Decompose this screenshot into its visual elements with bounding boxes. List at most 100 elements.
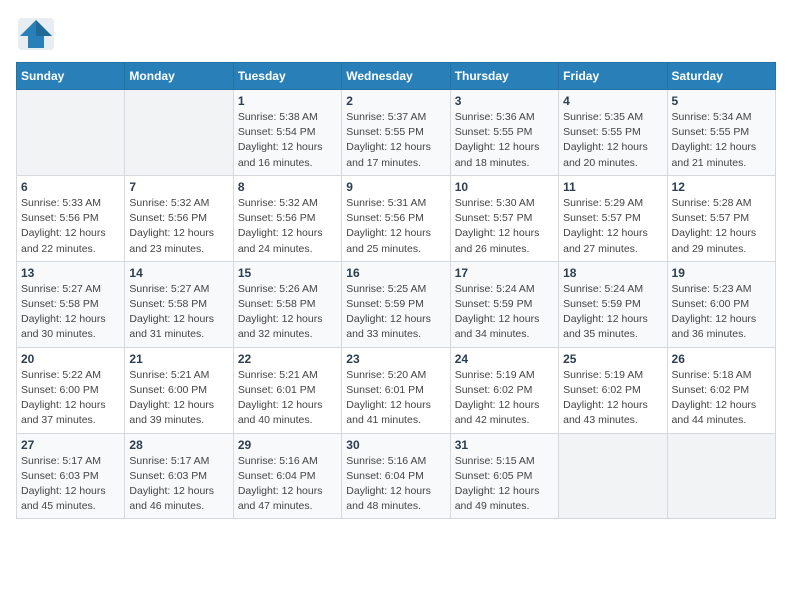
calendar-cell: 10 Sunrise: 5:30 AMSunset: 5:57 PMDayligh… [450,175,558,261]
day-detail: Sunrise: 5:38 AMSunset: 5:54 PMDaylight:… [238,110,337,171]
day-detail: Sunrise: 5:37 AMSunset: 5:55 PMDaylight:… [346,110,445,171]
day-detail: Sunrise: 5:24 AMSunset: 5:59 PMDaylight:… [455,282,554,343]
day-detail: Sunrise: 5:15 AMSunset: 6:05 PMDaylight:… [455,454,554,515]
day-detail: Sunrise: 5:31 AMSunset: 5:56 PMDaylight:… [346,196,445,257]
weekday-header-thursday: Thursday [450,63,558,90]
calendar-cell: 11 Sunrise: 5:29 AMSunset: 5:57 PMDayligh… [559,175,667,261]
day-number: 30 [346,438,445,452]
calendar-cell: 9Sunrise: 5:31 AMSunset: 5:56 PMDaylight… [342,175,450,261]
day-detail: Sunrise: 5:24 AMSunset: 5:59 PMDaylight:… [563,282,662,343]
day-detail: Sunrise: 5:17 AMSunset: 6:03 PMDaylight:… [21,454,120,515]
calendar-cell: 14 Sunrise: 5:27 AMSunset: 5:58 PMDayligh… [125,261,233,347]
day-number: 8 [238,180,337,194]
calendar-cell: 30 Sunrise: 5:16 AMSunset: 6:04 PMDayligh… [342,433,450,519]
calendar-cell: 7 Sunrise: 5:32 AMSunset: 5:56 PMDaylight… [125,175,233,261]
day-detail: Sunrise: 5:20 AMSunset: 6:01 PMDaylight:… [346,368,445,429]
day-number: 15 [238,266,337,280]
day-number: 6 [21,180,120,194]
calendar-cell: 17 Sunrise: 5:24 AMSunset: 5:59 PMDayligh… [450,261,558,347]
day-number: 26 [672,352,771,366]
day-detail: Sunrise: 5:27 AMSunset: 5:58 PMDaylight:… [129,282,228,343]
day-number: 1 [238,94,337,108]
day-detail: Sunrise: 5:30 AMSunset: 5:57 PMDaylight:… [455,196,554,257]
day-number: 19 [672,266,771,280]
calendar-cell: 24 Sunrise: 5:19 AMSunset: 6:02 PMDayligh… [450,347,558,433]
calendar-cell: 4 Sunrise: 5:35 AMSunset: 5:55 PMDaylight… [559,90,667,176]
weekday-header-saturday: Saturday [667,63,775,90]
day-number: 22 [238,352,337,366]
calendar-cell: 27 Sunrise: 5:17 AMSunset: 6:03 PMDayligh… [17,433,125,519]
header [16,16,776,52]
day-number: 20 [21,352,120,366]
day-number: 29 [238,438,337,452]
day-number: 13 [21,266,120,280]
day-number: 11 [563,180,662,194]
day-number: 7 [129,180,228,194]
calendar-cell: 26 Sunrise: 5:18 AMSunset: 6:02 PMDayligh… [667,347,775,433]
calendar-table: SundayMondayTuesdayWednesdayThursdayFrid… [16,62,776,519]
day-detail: Sunrise: 5:34 AMSunset: 5:55 PMDaylight:… [672,110,771,171]
calendar-cell: 2 Sunrise: 5:37 AMSunset: 5:55 PMDaylight… [342,90,450,176]
weekday-header-friday: Friday [559,63,667,90]
day-detail: Sunrise: 5:21 AMSunset: 6:00 PMDaylight:… [129,368,228,429]
calendar-cell: 1 Sunrise: 5:38 AMSunset: 5:54 PMDaylight… [233,90,341,176]
day-number: 5 [672,94,771,108]
calendar-cell: 23 Sunrise: 5:20 AMSunset: 6:01 PMDayligh… [342,347,450,433]
day-number: 18 [563,266,662,280]
day-detail: Sunrise: 5:16 AMSunset: 6:04 PMDaylight:… [346,454,445,515]
calendar-cell: 22Sunrise: 5:21 AMSunset: 6:01 PMDayligh… [233,347,341,433]
day-number: 23 [346,352,445,366]
day-detail: Sunrise: 5:19 AMSunset: 6:02 PMDaylight:… [455,368,554,429]
calendar-cell [559,433,667,519]
calendar-cell: 18 Sunrise: 5:24 AMSunset: 5:59 PMDayligh… [559,261,667,347]
calendar-cell: 25Sunrise: 5:19 AMSunset: 6:02 PMDayligh… [559,347,667,433]
day-number: 21 [129,352,228,366]
day-number: 2 [346,94,445,108]
weekday-header-monday: Monday [125,63,233,90]
day-number: 24 [455,352,554,366]
calendar-cell: 20 Sunrise: 5:22 AMSunset: 6:00 PMDayligh… [17,347,125,433]
day-detail: Sunrise: 5:25 AMSunset: 5:59 PMDaylight:… [346,282,445,343]
day-number: 28 [129,438,228,452]
day-detail: Sunrise: 5:18 AMSunset: 6:02 PMDaylight:… [672,368,771,429]
day-number: 12 [672,180,771,194]
day-detail: Sunrise: 5:32 AMSunset: 5:56 PMDaylight:… [129,196,228,257]
day-detail: Sunrise: 5:27 AMSunset: 5:58 PMDaylight:… [21,282,120,343]
day-number: 17 [455,266,554,280]
day-number: 16 [346,266,445,280]
day-number: 25 [563,352,662,366]
calendar-cell: 28 Sunrise: 5:17 AMSunset: 6:03 PMDayligh… [125,433,233,519]
calendar-cell: 5 Sunrise: 5:34 AMSunset: 5:55 PMDaylight… [667,90,775,176]
weekday-header-wednesday: Wednesday [342,63,450,90]
calendar-cell [17,90,125,176]
day-detail: Sunrise: 5:26 AMSunset: 5:58 PMDaylight:… [238,282,337,343]
day-number: 27 [21,438,120,452]
day-detail: Sunrise: 5:16 AMSunset: 6:04 PMDaylight:… [238,454,337,515]
calendar-cell: 8 Sunrise: 5:32 AMSunset: 5:56 PMDaylight… [233,175,341,261]
calendar-cell: 15 Sunrise: 5:26 AMSunset: 5:58 PMDayligh… [233,261,341,347]
day-detail: Sunrise: 5:22 AMSunset: 6:00 PMDaylight:… [21,368,120,429]
calendar-cell [125,90,233,176]
calendar-cell: 12 Sunrise: 5:28 AMSunset: 5:57 PMDayligh… [667,175,775,261]
day-number: 4 [563,94,662,108]
day-detail: Sunrise: 5:33 AMSunset: 5:56 PMDaylight:… [21,196,120,257]
day-number: 31 [455,438,554,452]
calendar-cell: 6 Sunrise: 5:33 AMSunset: 5:56 PMDaylight… [17,175,125,261]
calendar-cell: 29 Sunrise: 5:16 AMSunset: 6:04 PMDayligh… [233,433,341,519]
calendar-cell: 21 Sunrise: 5:21 AMSunset: 6:00 PMDayligh… [125,347,233,433]
day-detail: Sunrise: 5:32 AMSunset: 5:56 PMDaylight:… [238,196,337,257]
logo [16,16,60,52]
calendar-cell: 3Sunrise: 5:36 AMSunset: 5:55 PMDaylight… [450,90,558,176]
calendar-cell [667,433,775,519]
day-detail: Sunrise: 5:23 AMSunset: 6:00 PMDaylight:… [672,282,771,343]
calendar-cell: 13 Sunrise: 5:27 AMSunset: 5:58 PMDayligh… [17,261,125,347]
calendar-cell: 19 Sunrise: 5:23 AMSunset: 6:00 PMDayligh… [667,261,775,347]
day-detail: Sunrise: 5:29 AMSunset: 5:57 PMDaylight:… [563,196,662,257]
weekday-header-sunday: Sunday [17,63,125,90]
day-number: 14 [129,266,228,280]
weekday-header-tuesday: Tuesday [233,63,341,90]
day-detail: Sunrise: 5:28 AMSunset: 5:57 PMDaylight:… [672,196,771,257]
day-number: 10 [455,180,554,194]
day-detail: Sunrise: 5:17 AMSunset: 6:03 PMDaylight:… [129,454,228,515]
day-detail: Sunrise: 5:35 AMSunset: 5:55 PMDaylight:… [563,110,662,171]
